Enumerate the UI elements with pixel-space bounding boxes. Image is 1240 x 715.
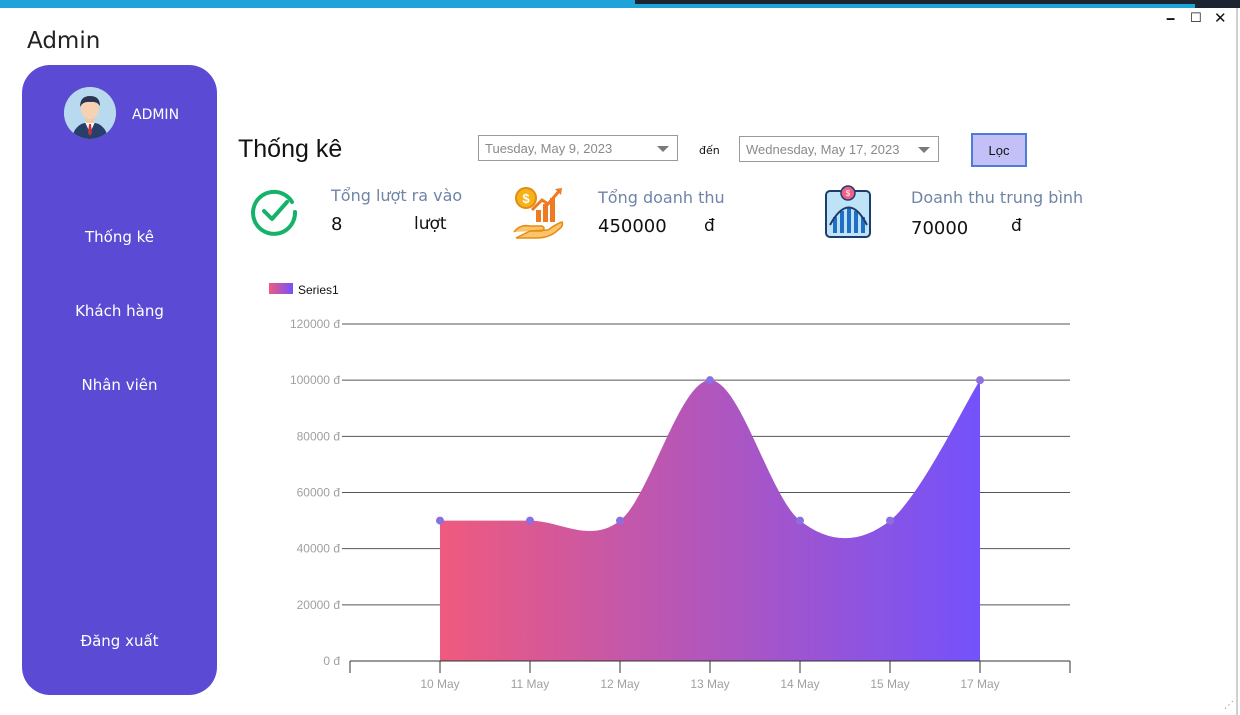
x-tick-label: 11 May [511, 677, 549, 691]
x-tick-label: 12 May [600, 677, 639, 691]
data-point [886, 516, 894, 525]
y-tick-label: 40000 đ [297, 542, 341, 556]
legend-label: Series1 [298, 283, 339, 297]
series1-area [440, 380, 980, 661]
data-point [976, 376, 984, 385]
data-point [436, 516, 444, 525]
data-point [526, 516, 534, 525]
resize-grip-icon[interactable]: ⋰ [1224, 700, 1234, 711]
data-point [616, 516, 624, 525]
y-tick-label: 80000 đ [297, 429, 341, 443]
data-point [706, 376, 714, 385]
x-tick-label: 17 May [960, 677, 999, 691]
data-point [796, 516, 804, 525]
revenue-area-chart: 0 đ 20000 đ 40000 đ 60000 đ 80000 đ 100000 đ 1… [269, 283, 1071, 691]
y-tick-label: 120000 đ [290, 317, 340, 331]
x-tick-label: 15 May [870, 677, 909, 691]
y-tick-label: 0 đ [323, 654, 340, 668]
x-tick-label: 14 May [780, 677, 819, 691]
y-tick-label: 20000 đ [297, 598, 341, 612]
y-tick-label: 60000 đ [297, 486, 341, 500]
x-tick-label: 13 May [690, 677, 729, 691]
y-tick-label: 100000 đ [290, 373, 340, 387]
x-tick-label: 10 May [420, 677, 459, 691]
legend-swatch [269, 283, 293, 294]
